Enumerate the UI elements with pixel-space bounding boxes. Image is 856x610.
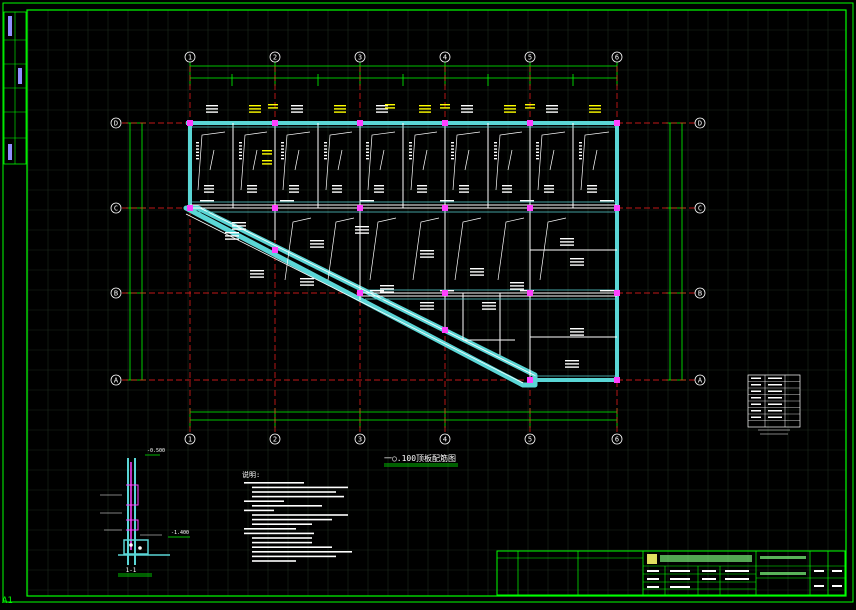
axis-label: C [114, 205, 118, 213]
drawing-sheet: 112233445566DDCCBBAA 一○.100顶板配筋图 说明: -0.… [0, 0, 856, 606]
axis-label: B [698, 290, 702, 298]
axis-label: 1 [188, 436, 192, 444]
column-mark [614, 290, 620, 296]
column-mark [187, 120, 193, 126]
notes-title: 说明: [242, 470, 260, 479]
title-block [496, 550, 846, 596]
cad-canvas: 112233445566DDCCBBAA 一○.100顶板配筋图 说明: [2, 2, 854, 606]
column-mark [442, 120, 448, 126]
axis-label: 2 [273, 436, 277, 444]
general-notes: 说明: [242, 470, 352, 562]
column-mark [272, 205, 278, 211]
axis-label: 6 [615, 436, 619, 444]
axis-label: B [114, 290, 118, 298]
axis-label: D [698, 120, 702, 128]
column-mark [272, 120, 278, 126]
sheet-size-label: A1 [2, 596, 13, 606]
plan-title-block: 一○.100顶板配筋图 [384, 453, 458, 467]
axis-label: 3 [358, 436, 362, 444]
legend-table [747, 374, 801, 435]
section-label: 1-1 [126, 567, 137, 574]
section-detail: -0.500 -1.400 1-1 [100, 448, 190, 577]
column-mark [442, 205, 448, 211]
column-mark [272, 247, 278, 253]
axis-label: D [114, 120, 118, 128]
column-mark [614, 205, 620, 211]
level-top: -0.500 [147, 448, 165, 454]
column-mark [442, 290, 448, 296]
column-mark [527, 120, 533, 126]
background-grid [27, 9, 846, 596]
column-mark [614, 377, 620, 383]
axis-label: C [698, 205, 702, 213]
column-mark [442, 327, 448, 333]
level-bottom: -1.400 [171, 530, 189, 536]
binding-strip [3, 11, 27, 165]
interior-beams [190, 123, 617, 380]
column-mark [357, 290, 363, 296]
axis-label: 1 [188, 54, 192, 62]
axis-label: 2 [273, 54, 277, 62]
column-mark [614, 120, 620, 126]
axis-label: 5 [528, 54, 532, 62]
column-mark [357, 120, 363, 126]
axis-label: 3 [358, 54, 362, 62]
column-mark [187, 205, 193, 211]
floor-plan [183, 104, 620, 388]
column-mark [527, 290, 533, 296]
column-mark [357, 205, 363, 211]
plan-title: 一○.100顶板配筋图 [384, 453, 456, 463]
outer-walls [186, 121, 619, 382]
column-mark [527, 205, 533, 211]
axis-label: 4 [443, 436, 447, 444]
axis-label: 5 [528, 436, 532, 444]
axis-label: 6 [615, 54, 619, 62]
dimension-lines [126, 62, 686, 428]
column-mark [527, 377, 533, 383]
axis-label: 4 [443, 54, 447, 62]
